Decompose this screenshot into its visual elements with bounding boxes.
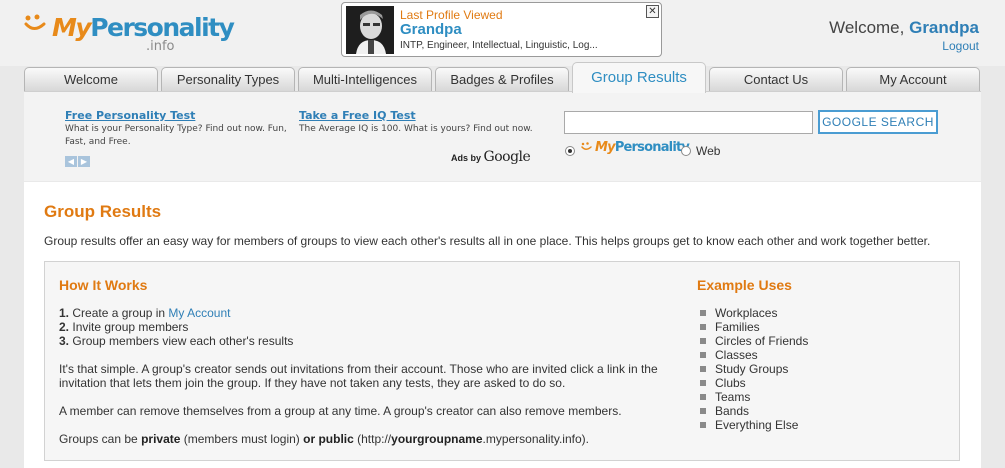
search-input[interactable] bbox=[564, 111, 813, 134]
how-it-works-heading: How It Works bbox=[59, 277, 148, 293]
list-item: Families bbox=[697, 320, 808, 334]
my-account-link[interactable]: My Account bbox=[168, 306, 230, 320]
tab-badges-profiles[interactable]: Badges & Profiles bbox=[435, 67, 569, 92]
tab-contact-us[interactable]: Contact Us bbox=[709, 67, 843, 92]
tab-multi-intelligences[interactable]: Multi-Intelligences bbox=[298, 67, 432, 92]
info-box: How It Works 1. Create a group in My Acc… bbox=[44, 261, 960, 461]
radio-web[interactable] bbox=[681, 146, 691, 156]
page-title: Group Results bbox=[44, 202, 162, 221]
list-item: Everything Else bbox=[697, 418, 808, 432]
list-item: Clubs bbox=[697, 376, 808, 390]
privacy-paragraph: Groups can be private (members must logi… bbox=[59, 432, 589, 446]
ad-block: Take a Free IQ Test The Average IQ is 10… bbox=[299, 109, 539, 136]
tab-personality-types[interactable]: Personality Types bbox=[161, 67, 295, 92]
close-icon[interactable]: ✕ bbox=[646, 5, 659, 18]
step-item: 3. Group members view each other's resul… bbox=[59, 334, 294, 348]
site-header: MyPersonality .info Last Profile Viewed … bbox=[0, 0, 1005, 66]
list-item: Workplaces bbox=[697, 306, 808, 320]
ads-search-band: Free Personality Test What is your Perso… bbox=[24, 91, 981, 181]
profile-photo-icon bbox=[346, 6, 394, 54]
google-search-button[interactable]: GOOGLE SEARCH bbox=[818, 110, 938, 134]
logo-subtext: .info bbox=[146, 39, 175, 54]
ad-link-personality-test[interactable]: Free Personality Test bbox=[65, 109, 295, 122]
list-item: Classes bbox=[697, 348, 808, 362]
tab-group-results[interactable]: Group Results bbox=[572, 62, 706, 93]
welcome-message: Welcome, Grandpa bbox=[829, 18, 979, 38]
main-navigation: Welcome Personality Types Multi-Intellig… bbox=[24, 62, 981, 93]
ad-block: Free Personality Test What is your Perso… bbox=[65, 109, 295, 149]
username[interactable]: Grandpa bbox=[909, 18, 979, 37]
main-content: Group Results Group results offer an eas… bbox=[24, 182, 981, 468]
mypersonality-option-logo: MyPersonality bbox=[581, 140, 690, 155]
ad-text: What is your Personality Type? Find out … bbox=[65, 124, 287, 147]
example-uses-list: Workplaces Families Circles of Friends C… bbox=[697, 306, 808, 432]
tab-my-account[interactable]: My Account bbox=[846, 67, 980, 92]
tab-welcome[interactable]: Welcome bbox=[24, 67, 158, 92]
ads-by-google[interactable]: Ads by Google bbox=[451, 149, 531, 165]
page-intro: Group results offer an easy way for memb… bbox=[44, 234, 931, 248]
step-item: 2. Invite group members bbox=[59, 320, 189, 334]
welcome-label: Welcome, bbox=[829, 18, 905, 37]
removal-paragraph: A member can remove themselves from a gr… bbox=[59, 404, 622, 418]
list-item: Study Groups bbox=[697, 362, 808, 376]
explanation-paragraph: It's that simple. A group's creator send… bbox=[59, 362, 658, 390]
web-option-label: Web bbox=[696, 144, 721, 158]
logout-link[interactable]: Logout bbox=[942, 39, 979, 53]
prev-arrow-icon[interactable]: ◀ bbox=[65, 156, 77, 167]
example-uses-heading: Example Uses bbox=[697, 277, 792, 293]
site-logo[interactable]: MyPersonality .info bbox=[24, 10, 235, 56]
list-item: Bands bbox=[697, 404, 808, 418]
logo-smile-icon bbox=[581, 142, 592, 150]
google-logo: Google bbox=[483, 149, 531, 165]
last-profile-types: INTP, Engineer, Intellectual, Linguistic… bbox=[400, 40, 598, 51]
last-profile-viewed-panel[interactable]: Last Profile Viewed Grandpa INTP, Engine… bbox=[341, 2, 662, 57]
list-item: Circles of Friends bbox=[697, 334, 808, 348]
logo-wordmark: MyPersonality bbox=[52, 13, 235, 42]
ad-pager: ◀ ▶ bbox=[65, 153, 91, 167]
step-item: 1. Create a group in My Account bbox=[59, 306, 231, 320]
logo-smile-icon bbox=[24, 14, 46, 30]
radio-mypersonality[interactable] bbox=[565, 146, 575, 156]
last-profile-name[interactable]: Grandpa bbox=[400, 21, 462, 38]
list-item: Teams bbox=[697, 390, 808, 404]
last-profile-title: Last Profile Viewed bbox=[400, 8, 503, 22]
profile-thumbnail[interactable] bbox=[346, 6, 394, 54]
ad-text: The Average IQ is 100. What is yours? Fi… bbox=[299, 124, 533, 134]
steps-list: 1. Create a group in My Account 2. Invit… bbox=[59, 306, 293, 348]
next-arrow-icon[interactable]: ▶ bbox=[78, 156, 90, 167]
ad-link-iq-test[interactable]: Take a Free IQ Test bbox=[299, 109, 539, 122]
